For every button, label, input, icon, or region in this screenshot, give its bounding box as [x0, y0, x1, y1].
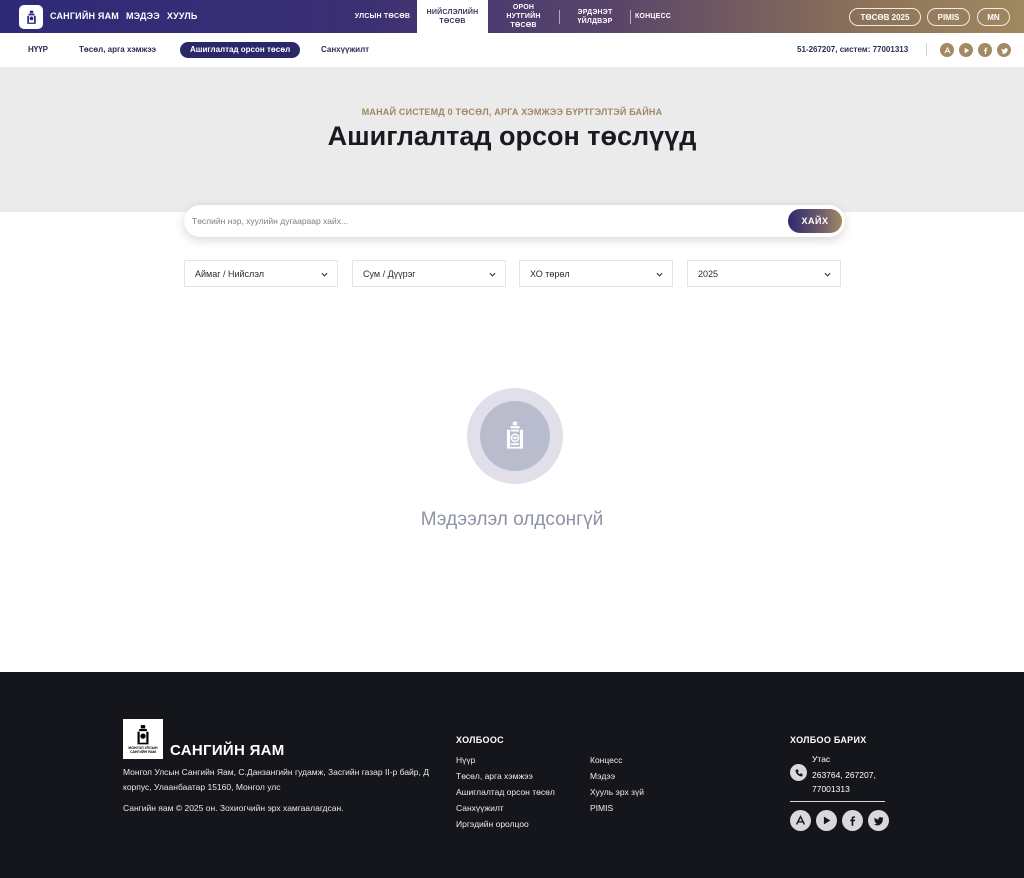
subnav-divider	[926, 43, 927, 56]
district-select-value: Сум / Дүүрэг	[363, 268, 416, 279]
top-bar: САНГИЙН ЯАМ МЭДЭЭ ХУУЛЬ УЛСЫН ТӨСӨВ НИЙС…	[0, 0, 1024, 33]
footer-brand: САНГИЙН ЯАМ	[170, 742, 285, 759]
tab-concession[interactable]: КОНЦЕСС	[631, 12, 675, 21]
province-select-value: Аймаг / Нийслэл	[195, 268, 264, 279]
footer-links-heading: ХОЛБООС	[456, 735, 504, 745]
chevron-down-icon	[489, 272, 496, 277]
investment-type-select-value: ХО төрөл	[530, 268, 570, 279]
chevron-down-icon	[824, 272, 831, 277]
footer-appstore-icon[interactable]	[790, 810, 811, 831]
footer-logo-caption: МОНГОЛ УЛСЫН САНГИЙН ЯАМ	[128, 746, 158, 754]
facebook-icon[interactable]	[978, 43, 992, 57]
footer-divider	[790, 801, 885, 802]
tab-capital-budget[interactable]: НИЙСЛЭЛИЙН ТӨСӨВ	[417, 0, 488, 33]
footer: МОНГОЛ УЛСЫН САНГИЙН ЯАМ САНГИЙН ЯАМ Мон…	[0, 672, 1024, 878]
footer-address: Монгол Улсын Сангийн Яам, С.Данзангийн г…	[123, 767, 429, 792]
subnav-projects[interactable]: Төсөл, арга хэмжээ	[79, 45, 156, 54]
footer-link-concession[interactable]: Концесс	[590, 755, 622, 765]
search-button[interactable]: ХАЙХ	[788, 209, 842, 233]
tab-erdenet-factory[interactable]: ЭРДЭНЭТ ҮЙЛДВЭР	[560, 8, 630, 26]
sub-navigation: НҮҮР Төсөл, арга хэмжээ Ашиглалтад орсон…	[0, 33, 1024, 67]
footer-link-participation[interactable]: Иргэдийн оролцоо	[456, 819, 529, 829]
contact-phone: 51-267207, систем: 77001313	[797, 45, 909, 54]
year-select-value: 2025	[698, 268, 719, 279]
hero-section: МАНАЙ СИСТЕМД 0 ТӨСӨЛ, АРГА ХЭМЖЭЭ БҮРТГ…	[0, 67, 1024, 212]
phone-label: Утас	[812, 754, 831, 764]
subnav-completed-projects[interactable]: Ашиглалтад орсон төсөл	[180, 42, 301, 58]
footer-link-projects[interactable]: Төсөл, арга хэмжээ	[456, 771, 533, 781]
footer-twitter-icon[interactable]	[868, 810, 889, 831]
tab-local-budget[interactable]: ОРОН НУТГИЙН ТӨСӨВ	[488, 3, 559, 30]
phone-icon	[790, 764, 807, 781]
footer-link-pimis[interactable]: PIMIS	[590, 803, 613, 813]
registered-count-text: МАНАЙ СИСТЕМД 0 ТӨСӨЛ, АРГА ХЭМЖЭЭ БҮРТГ…	[361, 107, 663, 117]
language-button[interactable]: MN	[977, 8, 1010, 26]
footer-logo[interactable]: МОНГОЛ УЛСЫН САНГИЙН ЯАМ	[123, 719, 163, 759]
footer-link-home[interactable]: Нүүр	[456, 755, 475, 765]
playstore-icon[interactable]	[959, 43, 973, 57]
brand-news-link[interactable]: МЭДЭЭ	[126, 11, 160, 21]
footer-link-news[interactable]: Мэдээ	[590, 771, 615, 781]
top-brand-links: САНГИЙН ЯАМ МЭДЭЭ ХУУЛЬ	[50, 11, 198, 21]
budget-2025-button[interactable]: ТӨСӨВ 2025	[849, 8, 921, 26]
footer-link-financing[interactable]: Санхүүжилт	[456, 803, 504, 813]
page-title: Ашиглалтад орсон төслүүд	[327, 121, 697, 151]
footer-facebook-icon[interactable]	[842, 810, 863, 831]
appstore-icon[interactable]	[940, 43, 954, 57]
footer-playstore-icon[interactable]	[816, 810, 837, 831]
chevron-down-icon	[656, 272, 663, 277]
pimis-button[interactable]: PIMIS	[927, 8, 970, 26]
no-data-message: Мэдээлэл олдсонгүй	[420, 509, 604, 530]
year-select[interactable]: 2025	[687, 260, 841, 287]
brand-law-link[interactable]: ХУУЛЬ	[167, 11, 198, 21]
search-bar: ХАЙХ	[184, 205, 845, 237]
empty-state-emblem	[467, 388, 563, 484]
footer-contact-heading: ХОЛБОО БАРИХ	[790, 735, 867, 745]
ministry-logo-icon[interactable]	[19, 5, 43, 29]
subnav-financing[interactable]: Санхүүжилт	[321, 45, 369, 54]
phone-numbers: 263764, 267207, 77001313	[812, 770, 876, 794]
footer-emblem-icon	[137, 725, 149, 745]
brand-ministry-link[interactable]: САНГИЙН ЯАМ	[50, 11, 119, 21]
investment-type-select[interactable]: ХО төрөл	[519, 260, 673, 287]
footer-link-law[interactable]: Хууль эрх зүй	[590, 787, 644, 797]
district-select[interactable]: Сум / Дүүрэг	[352, 260, 506, 287]
top-budget-nav: УЛСЫН ТӨСӨВ НИЙСЛЭЛИЙН ТӨСӨВ ОРОН НУТГИЙ…	[348, 0, 675, 33]
search-input[interactable]	[192, 213, 772, 229]
twitter-icon[interactable]	[997, 43, 1011, 57]
tab-state-budget[interactable]: УЛСЫН ТӨСӨВ	[348, 12, 417, 21]
chevron-down-icon	[321, 272, 328, 277]
footer-link-completed[interactable]: Ашиглалтад орсон төсөл	[456, 787, 555, 797]
province-select[interactable]: Аймаг / Нийслэл	[184, 260, 338, 287]
footer-copyright: Сангийн яам © 2025 он. Зохиогчийн эрх ха…	[123, 803, 344, 813]
soyombo-emblem-icon	[480, 401, 550, 471]
subnav-home[interactable]: НҮҮР	[28, 45, 48, 54]
